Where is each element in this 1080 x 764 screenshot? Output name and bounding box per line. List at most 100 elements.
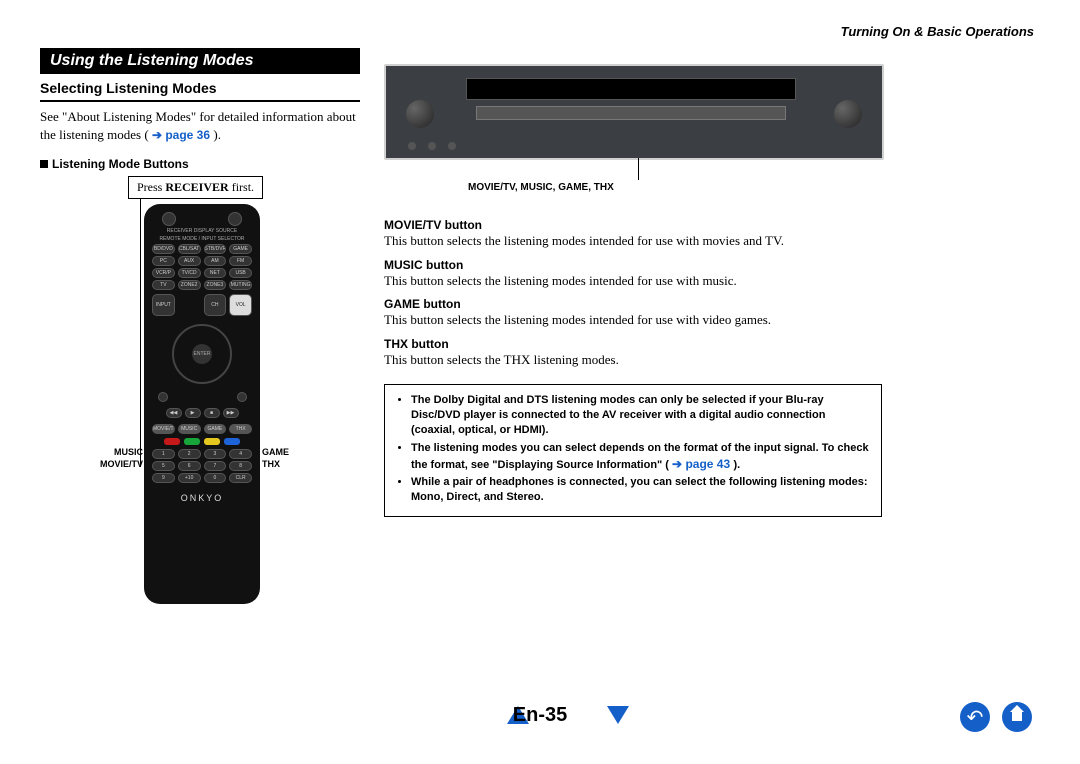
remote-transport: ■ xyxy=(204,408,220,418)
heading-music: MUSIC button xyxy=(384,258,882,272)
remote-num-1: 1 2 3 4 xyxy=(152,449,252,459)
remote-grid-3: VCR/P TV/CD NET USB xyxy=(152,268,252,278)
receiver-knob-right xyxy=(834,100,862,128)
home-icon xyxy=(1010,711,1024,723)
side-label-game: GAME xyxy=(262,447,289,457)
undo-arrow-icon: ↶ xyxy=(967,705,984,730)
side-label-movietv: MOVIE/TV xyxy=(93,459,143,469)
callout-b: RECEIVER xyxy=(165,180,228,194)
square-bullet-icon xyxy=(40,160,48,168)
note-3: While a pair of headphones is connected,… xyxy=(411,475,871,505)
home-button[interactable] xyxy=(1002,702,1032,732)
remote-row-label: REMOTE MODE / INPUT SELECTOR xyxy=(152,236,252,242)
text-music: This button selects the listening modes … xyxy=(384,272,882,290)
remote-num: 6 xyxy=(178,461,201,471)
remote-transport: ◀◀ xyxy=(166,408,182,418)
subheading-selecting: Selecting Listening Modes xyxy=(40,80,360,102)
remote-grid-4: TV ZONE2 ZONE3 MUTING xyxy=(152,280,252,290)
remote-btn: NET xyxy=(204,268,227,278)
remote-grid-2: PC AUX AM FM xyxy=(152,256,252,266)
remote-mode-row: MOVIE/TV MUSIC GAME THX xyxy=(152,424,252,434)
link-page-43[interactable]: ➔ page 43 xyxy=(672,457,733,471)
footer-nav: En-35 ↶ xyxy=(0,704,1080,744)
remote-btn: AM xyxy=(204,256,227,266)
remote-num-2: 5 6 7 8 xyxy=(152,461,252,471)
remote-btn: TV xyxy=(152,280,175,290)
remote-btn: AUX xyxy=(178,256,201,266)
callout-leader-line xyxy=(140,197,141,467)
remote-btn: FM xyxy=(229,256,252,266)
right-body: MOVIE/TV button This button selects the … xyxy=(384,210,882,517)
remote-btn: USB xyxy=(229,268,252,278)
text-movietv: This button selects the listening modes … xyxy=(384,232,882,250)
callout-c: first. xyxy=(229,180,254,194)
remote-btn: GAME xyxy=(229,244,252,254)
remote-transport: ▶▶ xyxy=(223,408,239,418)
remote-mode-game: GAME xyxy=(204,424,227,434)
heading-movietv: MOVIE/TV button xyxy=(384,218,882,232)
remote-power-source xyxy=(228,212,242,226)
receiver-jack xyxy=(448,142,456,150)
intro-b: ). xyxy=(213,127,221,142)
remote-color-row xyxy=(152,438,252,445)
receiver-button-panel xyxy=(476,106,786,120)
remote-num-3: 9 +10 0 CLR xyxy=(152,473,252,483)
remote-num: 1 xyxy=(152,449,175,459)
remote-num: 0 xyxy=(204,473,227,483)
side-label-thx: THX xyxy=(262,459,280,469)
remote-row-iv: INPUT CH VOL xyxy=(152,294,252,316)
remote-small-btn xyxy=(237,392,247,402)
remote-power-receiver xyxy=(162,212,176,226)
remote-small-btn xyxy=(158,392,168,402)
remote-num: 4 xyxy=(229,449,252,459)
remote-num: 9 xyxy=(152,473,175,483)
remote-num: CLR xyxy=(229,473,252,483)
note-1: The Dolby Digital and DTS listening mode… xyxy=(411,393,871,438)
remote-num: 3 xyxy=(204,449,227,459)
page-number: En-35 xyxy=(513,704,567,727)
breadcrumb: Turning On & Basic Operations xyxy=(841,24,1034,39)
remote-btn: PC xyxy=(152,256,175,266)
remote-btn: ZONE3 xyxy=(204,280,227,290)
next-page-button[interactable] xyxy=(607,706,629,724)
intro-text: See "About Listening Modes" for detailed… xyxy=(40,108,360,143)
receiver-knob-left xyxy=(406,100,434,128)
link-page-43-label: page 43 xyxy=(685,457,730,471)
remote-num: 7 xyxy=(204,461,227,471)
remote-btn: CBL/SAT xyxy=(178,244,201,254)
link-page-36[interactable]: ➔ page 36 xyxy=(152,128,213,142)
text-game: This button selects the listening modes … xyxy=(384,311,882,329)
remote-dpad: ENTER xyxy=(172,324,232,384)
remote-num: +10 xyxy=(178,473,201,483)
remote-control-illustration: RECEIVER DISPLAY SOURCE REMOTE MODE / IN… xyxy=(144,204,260,604)
receiver-caption: MOVIE/TV, MUSIC, GAME, THX xyxy=(468,182,614,193)
remote-num: 8 xyxy=(229,461,252,471)
remote-top-labels: RECEIVER DISPLAY SOURCE xyxy=(152,228,252,234)
receiver-pointer-line xyxy=(638,158,639,180)
link-arrow-icon: ➔ xyxy=(672,457,682,471)
remote-num: 5 xyxy=(152,461,175,471)
note-box: The Dolby Digital and DTS listening mode… xyxy=(384,384,882,517)
side-label-music: MUSIC xyxy=(103,447,143,457)
receiver-jack xyxy=(408,142,416,150)
remote-grid-1: BD/DVD CBL/SAT STB/DVR GAME xyxy=(152,244,252,254)
right-column xyxy=(384,64,884,160)
remote-enter: ENTER xyxy=(192,344,212,364)
color-red-icon xyxy=(164,438,180,445)
remote-input-toggle: INPUT xyxy=(152,294,175,316)
mini-heading-label: Listening Mode Buttons xyxy=(52,157,189,171)
note-2a: The listening modes you can select depen… xyxy=(411,442,869,471)
link-page-36-label: page 36 xyxy=(165,128,210,142)
remote-btn: ZONE2 xyxy=(178,280,201,290)
note-2b: ). xyxy=(734,459,741,471)
note-2: The listening modes you can select depen… xyxy=(411,441,871,473)
remote-btn: MUTING xyxy=(229,280,252,290)
back-button[interactable]: ↶ xyxy=(960,702,990,732)
heading-game: GAME button xyxy=(384,297,882,311)
remote-transport: ▶ xyxy=(185,408,201,418)
text-thx: This button selects the THX listening mo… xyxy=(384,351,882,369)
link-arrow-icon: ➔ xyxy=(152,128,162,142)
color-yellow-icon xyxy=(204,438,220,445)
callout-press-receiver: Press RECEIVER first. xyxy=(128,176,263,199)
heading-thx: THX button xyxy=(384,337,882,351)
